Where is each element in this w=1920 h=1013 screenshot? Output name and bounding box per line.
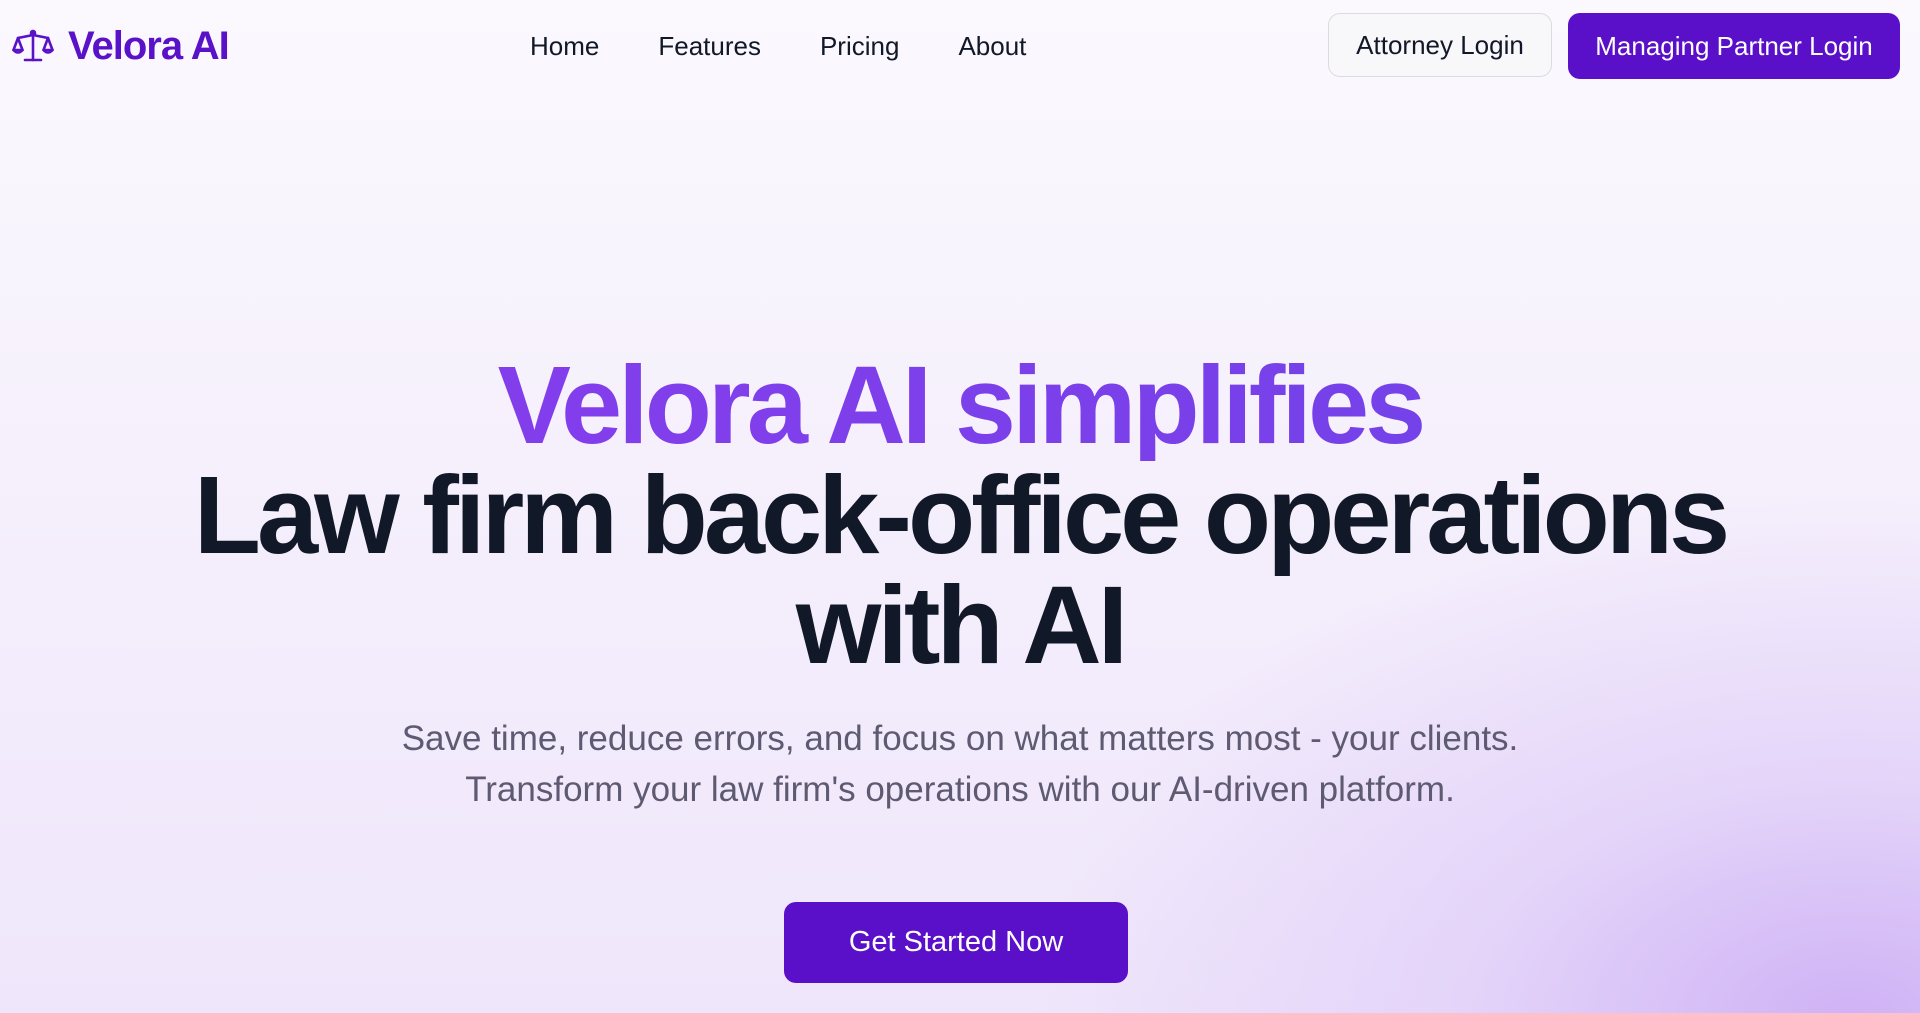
logo-text: Velora AI (68, 23, 230, 68)
scales-of-justice-icon (12, 29, 54, 62)
site-header: Velora AI Home Features Pricing About At… (0, 0, 1920, 92)
nav-home-link[interactable]: Home (530, 28, 599, 64)
hero-headline-line-2: Law firm back-office operations (193, 454, 1730, 578)
nav-pricing-link[interactable]: Pricing (820, 28, 899, 64)
logo-link[interactable]: Velora AI (12, 22, 230, 70)
hero-subtitle: Save time, reduce errors, and focus on w… (0, 713, 1920, 815)
hero-headline-accent: Velora AI simplifies (0, 351, 1920, 461)
hero-subtitle-line-2: Transform your law firm's operations wit… (465, 770, 1455, 809)
main-nav: Home Features Pricing About (530, 28, 1085, 64)
attorney-login-button[interactable]: Attorney Login (1328, 13, 1552, 77)
managing-partner-login-button[interactable]: Managing Partner Login (1568, 13, 1900, 79)
hero-headline: Velora AI simplifies Law firm back-offic… (0, 351, 1920, 681)
nav-about-link[interactable]: About (958, 28, 1026, 64)
get-started-button[interactable]: Get Started Now (784, 902, 1128, 983)
hero-headline-line-3: with AI (795, 564, 1128, 688)
nav-features-link[interactable]: Features (658, 28, 761, 64)
hero-subtitle-line-1: Save time, reduce errors, and focus on w… (401, 719, 1519, 758)
